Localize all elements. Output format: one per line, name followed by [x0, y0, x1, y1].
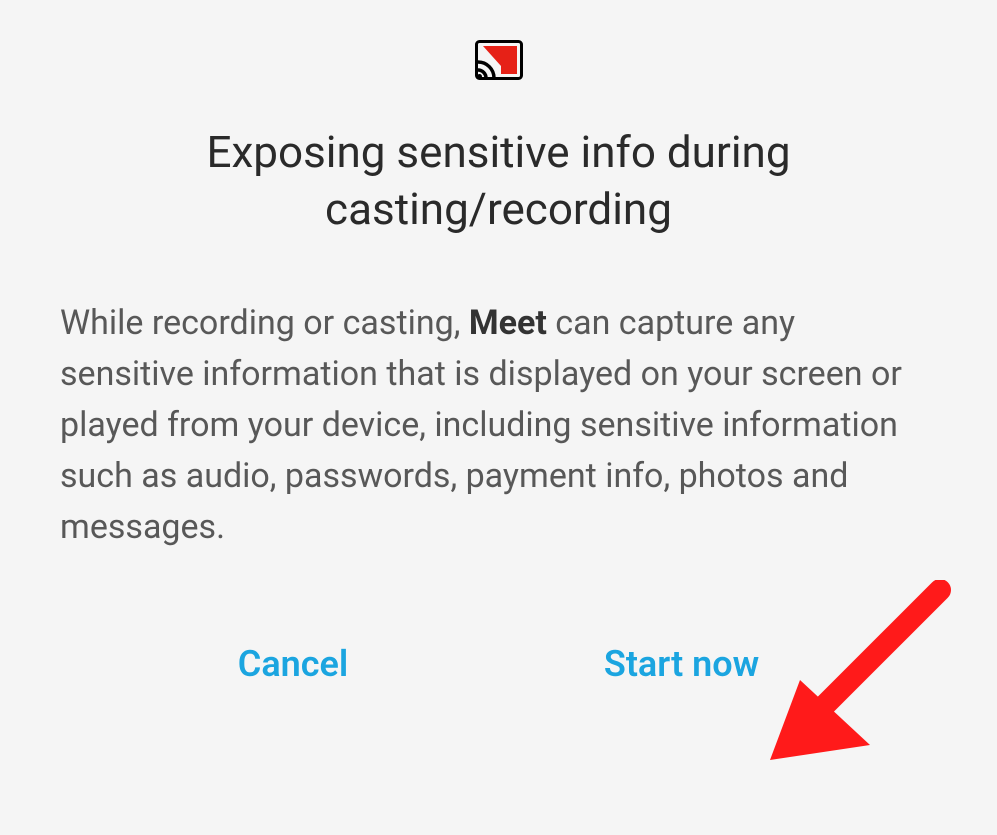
cancel-button[interactable]: Cancel [218, 633, 368, 695]
dialog-body-prefix: While recording or casting, [60, 303, 469, 343]
dialog-app-name: Meet [469, 303, 547, 343]
cast-icon-container [475, 40, 523, 84]
dialog-title: Exposing sensitive info during casting/r… [50, 124, 947, 238]
dialog-button-row: Cancel Start now [50, 633, 947, 695]
start-now-button[interactable]: Start now [584, 633, 779, 695]
dialog-body: While recording or casting, Meet can cap… [50, 298, 947, 553]
cast-icon [475, 65, 523, 84]
